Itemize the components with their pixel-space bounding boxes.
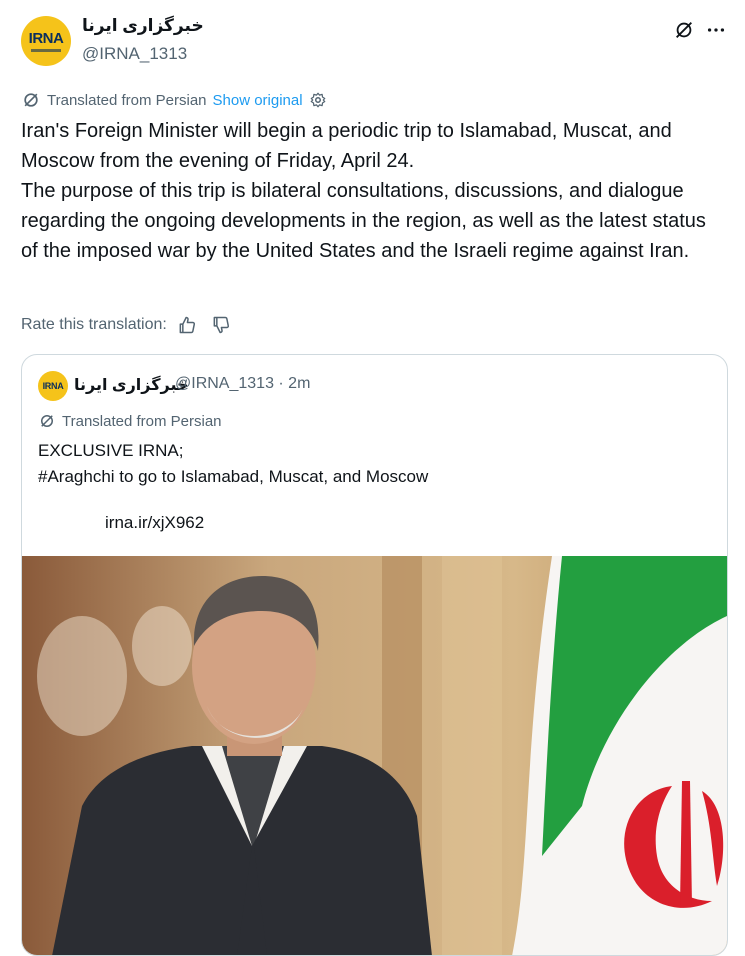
thumbs-up-icon[interactable] bbox=[177, 315, 197, 335]
translation-info-row: Translated from Persian Show original bbox=[21, 90, 333, 110]
tweet-paragraph-2: The purpose of this trip is bilateral co… bbox=[21, 180, 706, 262]
settings-gear-icon[interactable] bbox=[309, 91, 327, 109]
thumbs-down-icon[interactable] bbox=[211, 315, 231, 335]
tweet-text: Iran's Foreign Minister will begin a per… bbox=[21, 116, 721, 266]
quoted-author-display-name[interactable]: خبرگزاری ایرنا bbox=[74, 375, 189, 395]
avatar-logo-text: IRNA bbox=[28, 29, 64, 47]
author-avatar[interactable]: IRNA bbox=[21, 16, 71, 66]
show-original-link[interactable]: Show original bbox=[213, 92, 303, 109]
quoted-tweet-card[interactable]: IRNA خبرگزاری ایرنا @IRNA_1313 · 2m Tran… bbox=[21, 354, 728, 956]
quoted-translated-label: Translated from Persian bbox=[62, 412, 222, 430]
author-display-name[interactable]: خبرگزاری ایرنا bbox=[82, 16, 204, 36]
quoted-line-2: #Araghchi to go to Islamabad, Muscat, an… bbox=[38, 467, 429, 486]
tweet-paragraph-1: Iran's Foreign Minister will begin a per… bbox=[21, 120, 672, 172]
rate-translation-label: Rate this translation: bbox=[21, 316, 167, 333]
translate-icon bbox=[24, 93, 38, 107]
author-handle[interactable]: @IRNA_1313 bbox=[82, 44, 187, 64]
quoted-tweet-text: EXCLUSIVE IRNA; #Araghchi to go to Islam… bbox=[38, 438, 428, 490]
quoted-avatar-logo-text: IRNA bbox=[42, 381, 64, 391]
quoted-line-1: EXCLUSIVE IRNA; bbox=[38, 441, 184, 460]
more-options-icon[interactable] bbox=[704, 18, 728, 42]
quoted-media-photo[interactable] bbox=[22, 556, 727, 955]
rate-translation-row: Rate this translation: bbox=[21, 314, 231, 336]
quoted-author-avatar[interactable]: IRNA bbox=[38, 371, 68, 401]
quoted-author-handle-time[interactable]: @IRNA_1313 · 2m bbox=[175, 375, 310, 393]
translate-icon bbox=[41, 415, 53, 427]
translated-from-label: Translated from Persian bbox=[47, 91, 207, 109]
grok-icon[interactable] bbox=[672, 18, 696, 42]
quoted-translation-info: Translated from Persian bbox=[38, 412, 222, 430]
quoted-link[interactable]: irna.ir/xjX962 bbox=[105, 513, 204, 533]
avatar-logo-stripe bbox=[31, 48, 61, 52]
